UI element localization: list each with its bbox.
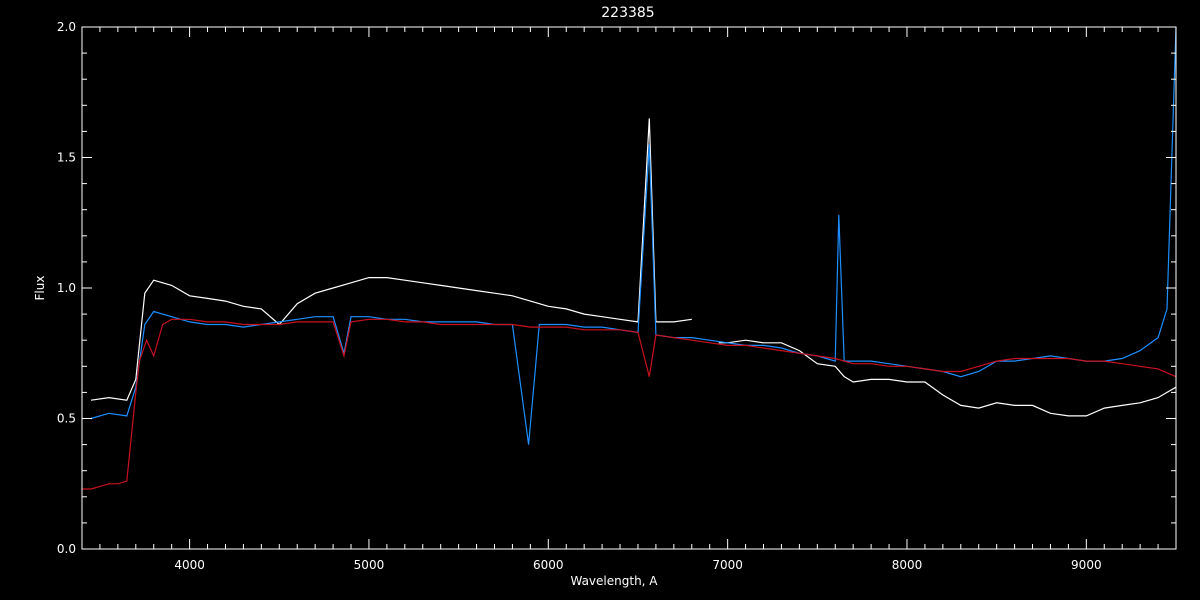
x-tick-label: 9000: [1071, 558, 1102, 572]
x-tick-label: 5000: [354, 558, 385, 572]
x-axis-label: Wavelength, A: [570, 574, 658, 588]
spectrum-chart: 223385 4000 5000 6000 7000 8000 9000 0.0 0.5 1.0…: [0, 0, 1200, 600]
chart-background: [0, 0, 1200, 600]
x-tick-label: 6000: [533, 558, 564, 572]
x-tick-label: 7000: [712, 558, 743, 572]
y-tick-label: 2.0: [57, 20, 76, 34]
chart-title: 223385: [601, 5, 654, 21]
y-tick-label: 1.0: [57, 281, 76, 295]
y-tick-label: 0.0: [57, 542, 76, 556]
y-tick-label: 1.5: [57, 151, 76, 165]
y-axis-label: Flux: [33, 276, 47, 301]
y-tick-label: 0.5: [57, 412, 76, 426]
x-tick-label: 8000: [892, 558, 923, 572]
x-tick-label: 4000: [174, 558, 205, 572]
